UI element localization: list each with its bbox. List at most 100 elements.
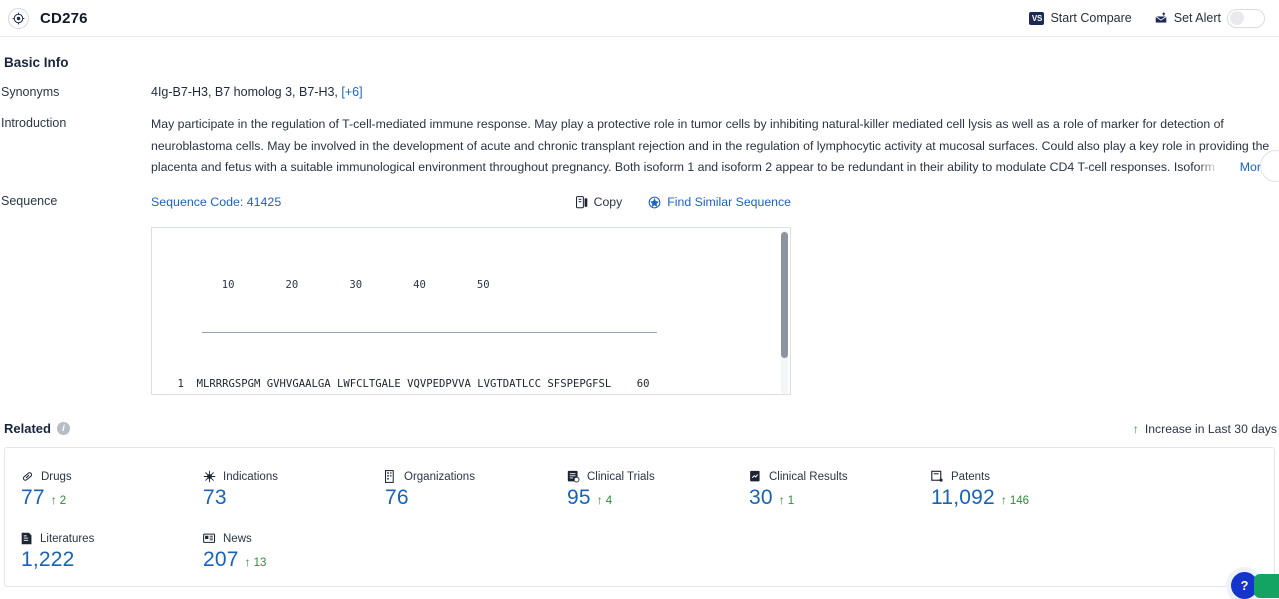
stat-value[interactable]: 11,092 xyxy=(931,486,995,510)
stat-value-row: 95 ↑4 xyxy=(567,486,749,510)
stat-card[interactable]: Literatures 1,222 xyxy=(21,532,203,572)
start-compare-label: Start Compare xyxy=(1050,11,1131,25)
target-icon xyxy=(8,8,29,29)
versus-icon: VS xyxy=(1029,12,1044,25)
top-bar-actions: VS Start Compare Set Alert xyxy=(1029,9,1265,28)
drug-capsule-icon xyxy=(21,470,34,483)
clinical-trial-icon xyxy=(567,470,580,483)
related-stats-grid: Drugs77↑2Indications73Organizations76Cli… xyxy=(21,470,1274,572)
stat-value-row: 76 xyxy=(385,486,567,510)
synonyms-value: 4Ig-B7-H3, B7 homolog 3, B7-H3, xyxy=(151,85,338,99)
arrow-up-icon: ↑ xyxy=(245,556,251,568)
stat-delta-value: 146 xyxy=(1010,495,1029,507)
stat-label: News xyxy=(203,532,385,545)
stat-card[interactable]: Indications 73 xyxy=(203,470,385,510)
stat-label: Patents xyxy=(931,470,1113,483)
copy-icon xyxy=(576,196,588,209)
stat-delta-value: 4 xyxy=(606,495,612,507)
stat-delta: ↑146 xyxy=(1001,494,1029,507)
sequence-rows: 1 MLRRRGSPGM GVHVGAALGA LWFCLTGALE VQVPE… xyxy=(152,376,790,395)
stat-delta-value: 1 xyxy=(788,495,794,507)
stat-label: Indications xyxy=(203,470,385,483)
building-icon xyxy=(385,470,397,483)
stat-delta: ↑2 xyxy=(51,494,66,507)
top-bar: CD276 VS Start Compare Set Alert xyxy=(0,0,1279,37)
introduction-label: Introduction xyxy=(0,114,151,179)
virus-icon xyxy=(203,470,216,483)
stat-card[interactable]: Organizations 76 xyxy=(385,470,567,510)
introduction-text: May participate in the regulation of T-c… xyxy=(151,114,1277,179)
sequence-code-link[interactable]: Sequence Code: 41425 xyxy=(151,195,281,209)
related-legend: ↑ Increase in Last 30 days xyxy=(1133,422,1277,436)
stat-label-text: Clinical Trials xyxy=(587,471,655,483)
stat-value-row: 207 ↑13 xyxy=(203,548,385,572)
stat-label: Organizations xyxy=(385,470,567,483)
stat-value[interactable]: 1,222 xyxy=(21,548,75,572)
stat-value[interactable]: 30 xyxy=(749,486,773,510)
stat-label-text: News xyxy=(223,533,252,545)
arrow-up-icon: ↑ xyxy=(1001,494,1007,506)
stat-card[interactable]: Clinical Trials 95 ↑4 xyxy=(567,470,749,510)
find-similar-label: Find Similar Sequence xyxy=(667,195,791,209)
introduction-row: Introduction May participate in the regu… xyxy=(0,101,1279,179)
page-title: CD276 xyxy=(40,10,88,27)
start-compare-button[interactable]: VS Start Compare xyxy=(1029,11,1131,25)
stat-delta-value: 2 xyxy=(60,495,66,507)
synonyms-value-wrap: 4Ig-B7-H3, B7 homolog 3, B7-H3, [+6] xyxy=(151,83,1279,101)
sequence-scrollbar[interactable] xyxy=(781,230,788,394)
find-similar-icon xyxy=(648,196,661,209)
stat-card[interactable]: Drugs 77 ↑2 xyxy=(21,470,203,510)
sequence-line: 61 AQLNLIWQLT DTKQLVHSFA EGQDQGSAYA NRTA… xyxy=(152,394,790,395)
synonyms-row: Synonyms 4Ig-B7-H3, B7 homolog 3, B7-H3,… xyxy=(0,70,1279,101)
introduction-text-block: May participate in the regulation of T-c… xyxy=(151,114,1279,179)
stat-delta-value: 13 xyxy=(254,557,267,569)
stat-label-text: Patents xyxy=(951,471,990,483)
stat-card[interactable]: Clinical Results 30 ↑1 xyxy=(749,470,931,510)
stat-value[interactable]: 73 xyxy=(203,486,227,510)
set-alert-label: Set Alert xyxy=(1174,11,1221,25)
sequence-ruler: 10 20 30 40 50 xyxy=(152,277,790,295)
related-stats-card: Drugs77↑2Indications73Organizations76Cli… xyxy=(4,447,1275,587)
stat-value[interactable]: 95 xyxy=(567,486,591,510)
stat-delta: ↑4 xyxy=(597,494,612,507)
stat-label-text: Indications xyxy=(223,471,278,483)
basic-info-title: Basic Info xyxy=(0,37,1279,70)
arrow-up-icon: ↑ xyxy=(597,494,603,506)
alert-toggle[interactable] xyxy=(1227,9,1265,28)
stat-value[interactable]: 76 xyxy=(385,486,409,510)
stat-value-row: 77 ↑2 xyxy=(21,486,203,510)
sequence-scrollbar-thumb[interactable] xyxy=(781,232,788,358)
related-title: Related xyxy=(4,421,51,436)
stat-delta: ↑13 xyxy=(245,556,267,569)
related-header: Related i ↑ Increase in Last 30 days xyxy=(0,395,1279,436)
sequence-ruler-line xyxy=(202,332,657,333)
stat-label-text: Drugs xyxy=(41,471,72,483)
stat-delta: ↑1 xyxy=(779,494,794,507)
literature-icon xyxy=(21,532,33,545)
sequence-line: 1 MLRRRGSPGM GVHVGAALGA LWFCLTGALE VQVPE… xyxy=(152,376,790,394)
stat-value[interactable]: 77 xyxy=(21,486,45,510)
stat-value-row: 30 ↑1 xyxy=(749,486,931,510)
chat-widget-button[interactable] xyxy=(1254,574,1279,598)
find-similar-sequence-button[interactable]: Find Similar Sequence xyxy=(648,195,791,209)
info-icon[interactable]: i xyxy=(57,422,70,435)
sequence-header: Sequence Code: 41425 Copy xyxy=(151,192,1279,212)
related-legend-label: Increase in Last 30 days xyxy=(1145,422,1277,436)
synonyms-more-link[interactable]: [+6] xyxy=(341,85,362,99)
stat-value-row: 11,092 ↑146 xyxy=(931,486,1113,510)
arrow-up-icon: ↑ xyxy=(1133,422,1139,436)
stat-value[interactable]: 207 xyxy=(203,548,239,572)
sequence-tools: Copy Find Similar Sequence xyxy=(576,195,1279,209)
stat-label: Literatures xyxy=(21,532,203,545)
stat-label-text: Organizations xyxy=(404,471,475,483)
copy-button[interactable]: Copy xyxy=(576,195,623,209)
set-alert-button[interactable]: Set Alert xyxy=(1154,9,1265,28)
stat-label-text: Clinical Results xyxy=(769,471,848,483)
sequence-row: Sequence Sequence Code: 41425 xyxy=(0,179,1279,395)
page-content: Basic Info Synonyms 4Ig-B7-H3, B7 homolo… xyxy=(0,37,1279,587)
stat-card[interactable]: News 207 ↑13 xyxy=(203,532,385,572)
clinical-result-icon xyxy=(749,470,762,483)
sequence-content: 10 20 30 40 50 1 MLRRRGSPGM GVHVGAALGA L… xyxy=(152,228,790,395)
sequence-viewer[interactable]: 10 20 30 40 50 1 MLRRRGSPGM GVHVGAALGA L… xyxy=(151,227,791,395)
stat-card[interactable]: Patents 11,092 ↑146 xyxy=(931,470,1113,510)
